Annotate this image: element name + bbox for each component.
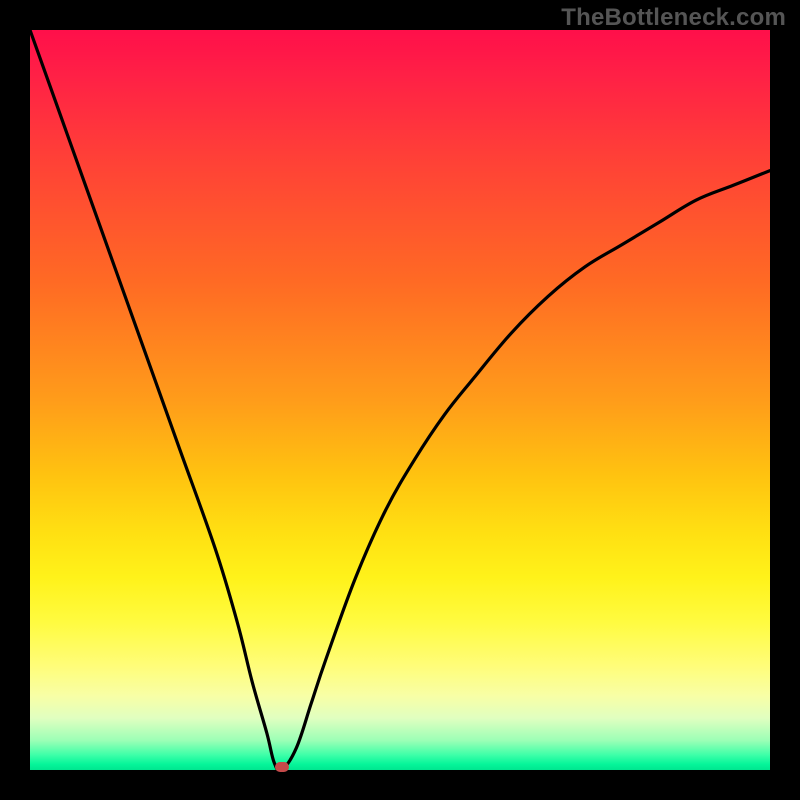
watermark-text: TheBottleneck.com <box>561 4 786 32</box>
plot-area <box>0 0 800 800</box>
curve-layer <box>0 0 800 800</box>
minimum-marker <box>275 762 289 772</box>
chart-container: TheBottleneck.com <box>0 0 800 800</box>
bottleneck-curve <box>30 30 770 771</box>
